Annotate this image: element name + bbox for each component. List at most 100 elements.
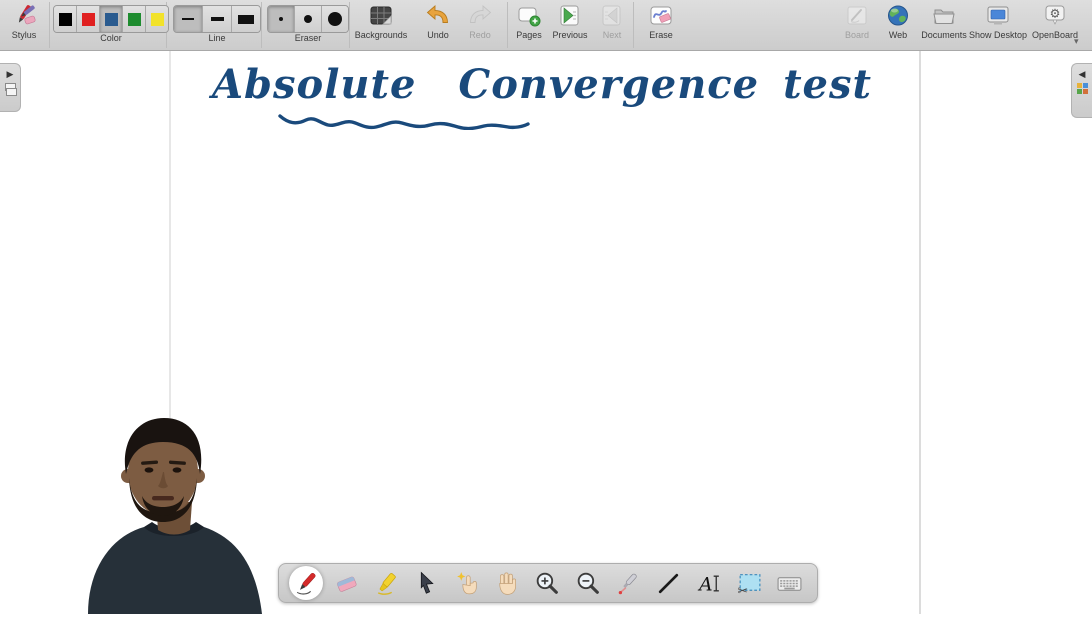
laser-pointer-tool-button[interactable] xyxy=(612,566,646,600)
board-label: Board xyxy=(845,30,869,40)
interact-tool-button[interactable] xyxy=(450,566,484,600)
redo-button[interactable]: Redo xyxy=(460,3,500,40)
documents-folder-icon xyxy=(931,3,957,29)
stylus-icon xyxy=(11,3,37,29)
page-stack-icon xyxy=(5,83,16,96)
eraser-tool-button[interactable] xyxy=(329,566,363,600)
eraser-icon xyxy=(333,570,360,597)
line-thick-button[interactable] xyxy=(232,6,260,32)
board-icon xyxy=(844,3,870,29)
laser-pointer-icon xyxy=(615,570,642,597)
previous-page-icon xyxy=(557,3,583,29)
handwritten-underline xyxy=(278,108,530,130)
web-globe-icon xyxy=(885,3,911,29)
arrow-cursor-icon xyxy=(413,570,440,597)
text-icon: A xyxy=(696,570,723,597)
web-label: Web xyxy=(889,30,907,40)
undo-button[interactable]: Undo xyxy=(418,3,458,40)
svg-text:⚙: ⚙ xyxy=(1050,7,1061,21)
line-tool-button[interactable] xyxy=(652,566,686,600)
backgrounds-label: Backgrounds xyxy=(355,30,408,40)
color-swatch-red[interactable] xyxy=(77,6,100,32)
color-label: Color xyxy=(100,33,122,43)
hand-tool-button[interactable] xyxy=(491,566,525,600)
pen-tool-button[interactable] xyxy=(289,566,323,600)
previous-label: Previous xyxy=(552,30,587,40)
svg-text:A: A xyxy=(697,574,713,595)
eraser-label: Eraser xyxy=(295,33,322,43)
documents-label: Documents xyxy=(921,30,967,40)
backgrounds-button[interactable]: Backgrounds xyxy=(351,3,411,40)
pages-label: Pages xyxy=(516,30,542,40)
pen-icon xyxy=(293,570,320,597)
redo-icon xyxy=(467,3,493,29)
board-canvas[interactable]: AbsoluteConvergencetest ▶ ◀ xyxy=(0,51,1092,614)
thin-line-icon xyxy=(182,18,194,20)
zoom-in-tool-button[interactable] xyxy=(531,566,565,600)
board-button[interactable]: Board xyxy=(837,3,877,40)
color-swatch-black[interactable] xyxy=(54,6,77,32)
next-button[interactable]: Next xyxy=(594,3,630,40)
color-swatch-yellow[interactable] xyxy=(146,6,168,32)
openboard-menu-button[interactable]: ⚙ OpenBoard xyxy=(1026,3,1084,40)
toolbar-separator xyxy=(261,2,262,48)
medium-line-icon xyxy=(211,17,224,21)
highlighter-tool-button[interactable] xyxy=(370,566,404,600)
pages-icon xyxy=(516,3,542,29)
page-left-edge xyxy=(169,51,171,614)
stylus-label: Stylus xyxy=(12,30,37,40)
library-tab[interactable]: ◀ xyxy=(1071,63,1092,118)
top-toolbar: Stylus Color Line xyxy=(0,0,1092,51)
virtual-keyboard-tool-button[interactable] xyxy=(773,566,807,600)
line-label: Line xyxy=(208,33,225,43)
openboard-gear-icon: ⚙ xyxy=(1042,3,1068,29)
handwritten-title: AbsoluteConvergencetest xyxy=(212,61,872,108)
pointing-hand-icon xyxy=(454,570,481,597)
zoom-out-tool-button[interactable] xyxy=(571,566,605,600)
page-navigator-tab[interactable]: ▶ xyxy=(0,63,21,112)
pages-button[interactable]: Pages xyxy=(511,3,547,40)
text-tool-button[interactable]: A xyxy=(692,566,726,600)
line-medium-button[interactable] xyxy=(203,6,232,32)
page-right-edge xyxy=(919,51,921,614)
eraser-medium-button[interactable] xyxy=(295,6,322,32)
web-button[interactable]: Web xyxy=(880,3,916,40)
eraser-large-button[interactable] xyxy=(322,6,348,32)
toolbar-separator xyxy=(349,2,350,48)
line-group: Line xyxy=(173,5,261,43)
presenter-webcam-overlay xyxy=(84,412,264,614)
toolbar-separator xyxy=(507,2,508,48)
erase-button[interactable]: Erase xyxy=(641,3,681,40)
previous-button[interactable]: Previous xyxy=(548,3,592,40)
yellow-swatch xyxy=(151,13,164,26)
stylus-button[interactable]: Stylus xyxy=(2,3,46,40)
expand-right-icon: ▶ xyxy=(7,69,14,79)
next-label: Next xyxy=(603,30,622,40)
capture-tool-button[interactable]: ✂ xyxy=(733,566,767,600)
color-swatch-blue[interactable] xyxy=(100,6,123,32)
show-desktop-label: Show Desktop xyxy=(969,30,1027,40)
svg-text:✂: ✂ xyxy=(738,582,748,596)
toolbar-overflow-chevron-icon[interactable]: ▾ xyxy=(1074,36,1079,47)
capture-icon: ✂ xyxy=(736,570,763,597)
handwritten-word: Absolute xyxy=(212,61,416,108)
handwritten-word: test xyxy=(783,61,872,108)
line-thin-button[interactable] xyxy=(174,6,203,32)
thick-line-icon xyxy=(238,15,254,24)
color-group: Color xyxy=(53,5,169,43)
eraser-small-button[interactable] xyxy=(268,6,295,32)
redo-label: Redo xyxy=(469,30,491,40)
green-swatch xyxy=(128,13,141,26)
undo-icon xyxy=(425,3,451,29)
red-swatch xyxy=(82,13,95,26)
zoom-out-icon xyxy=(575,570,602,597)
bottom-tool-dock: A ✂ xyxy=(278,563,818,603)
expand-left-icon: ◀ xyxy=(1079,69,1086,79)
color-swatch-green[interactable] xyxy=(123,6,146,32)
selector-tool-button[interactable] xyxy=(410,566,444,600)
next-page-icon xyxy=(599,3,625,29)
eraser-group: Eraser xyxy=(267,5,349,43)
toolbar-separator xyxy=(633,2,634,48)
keyboard-icon xyxy=(776,570,803,597)
show-desktop-button[interactable]: Show Desktop xyxy=(964,3,1032,40)
